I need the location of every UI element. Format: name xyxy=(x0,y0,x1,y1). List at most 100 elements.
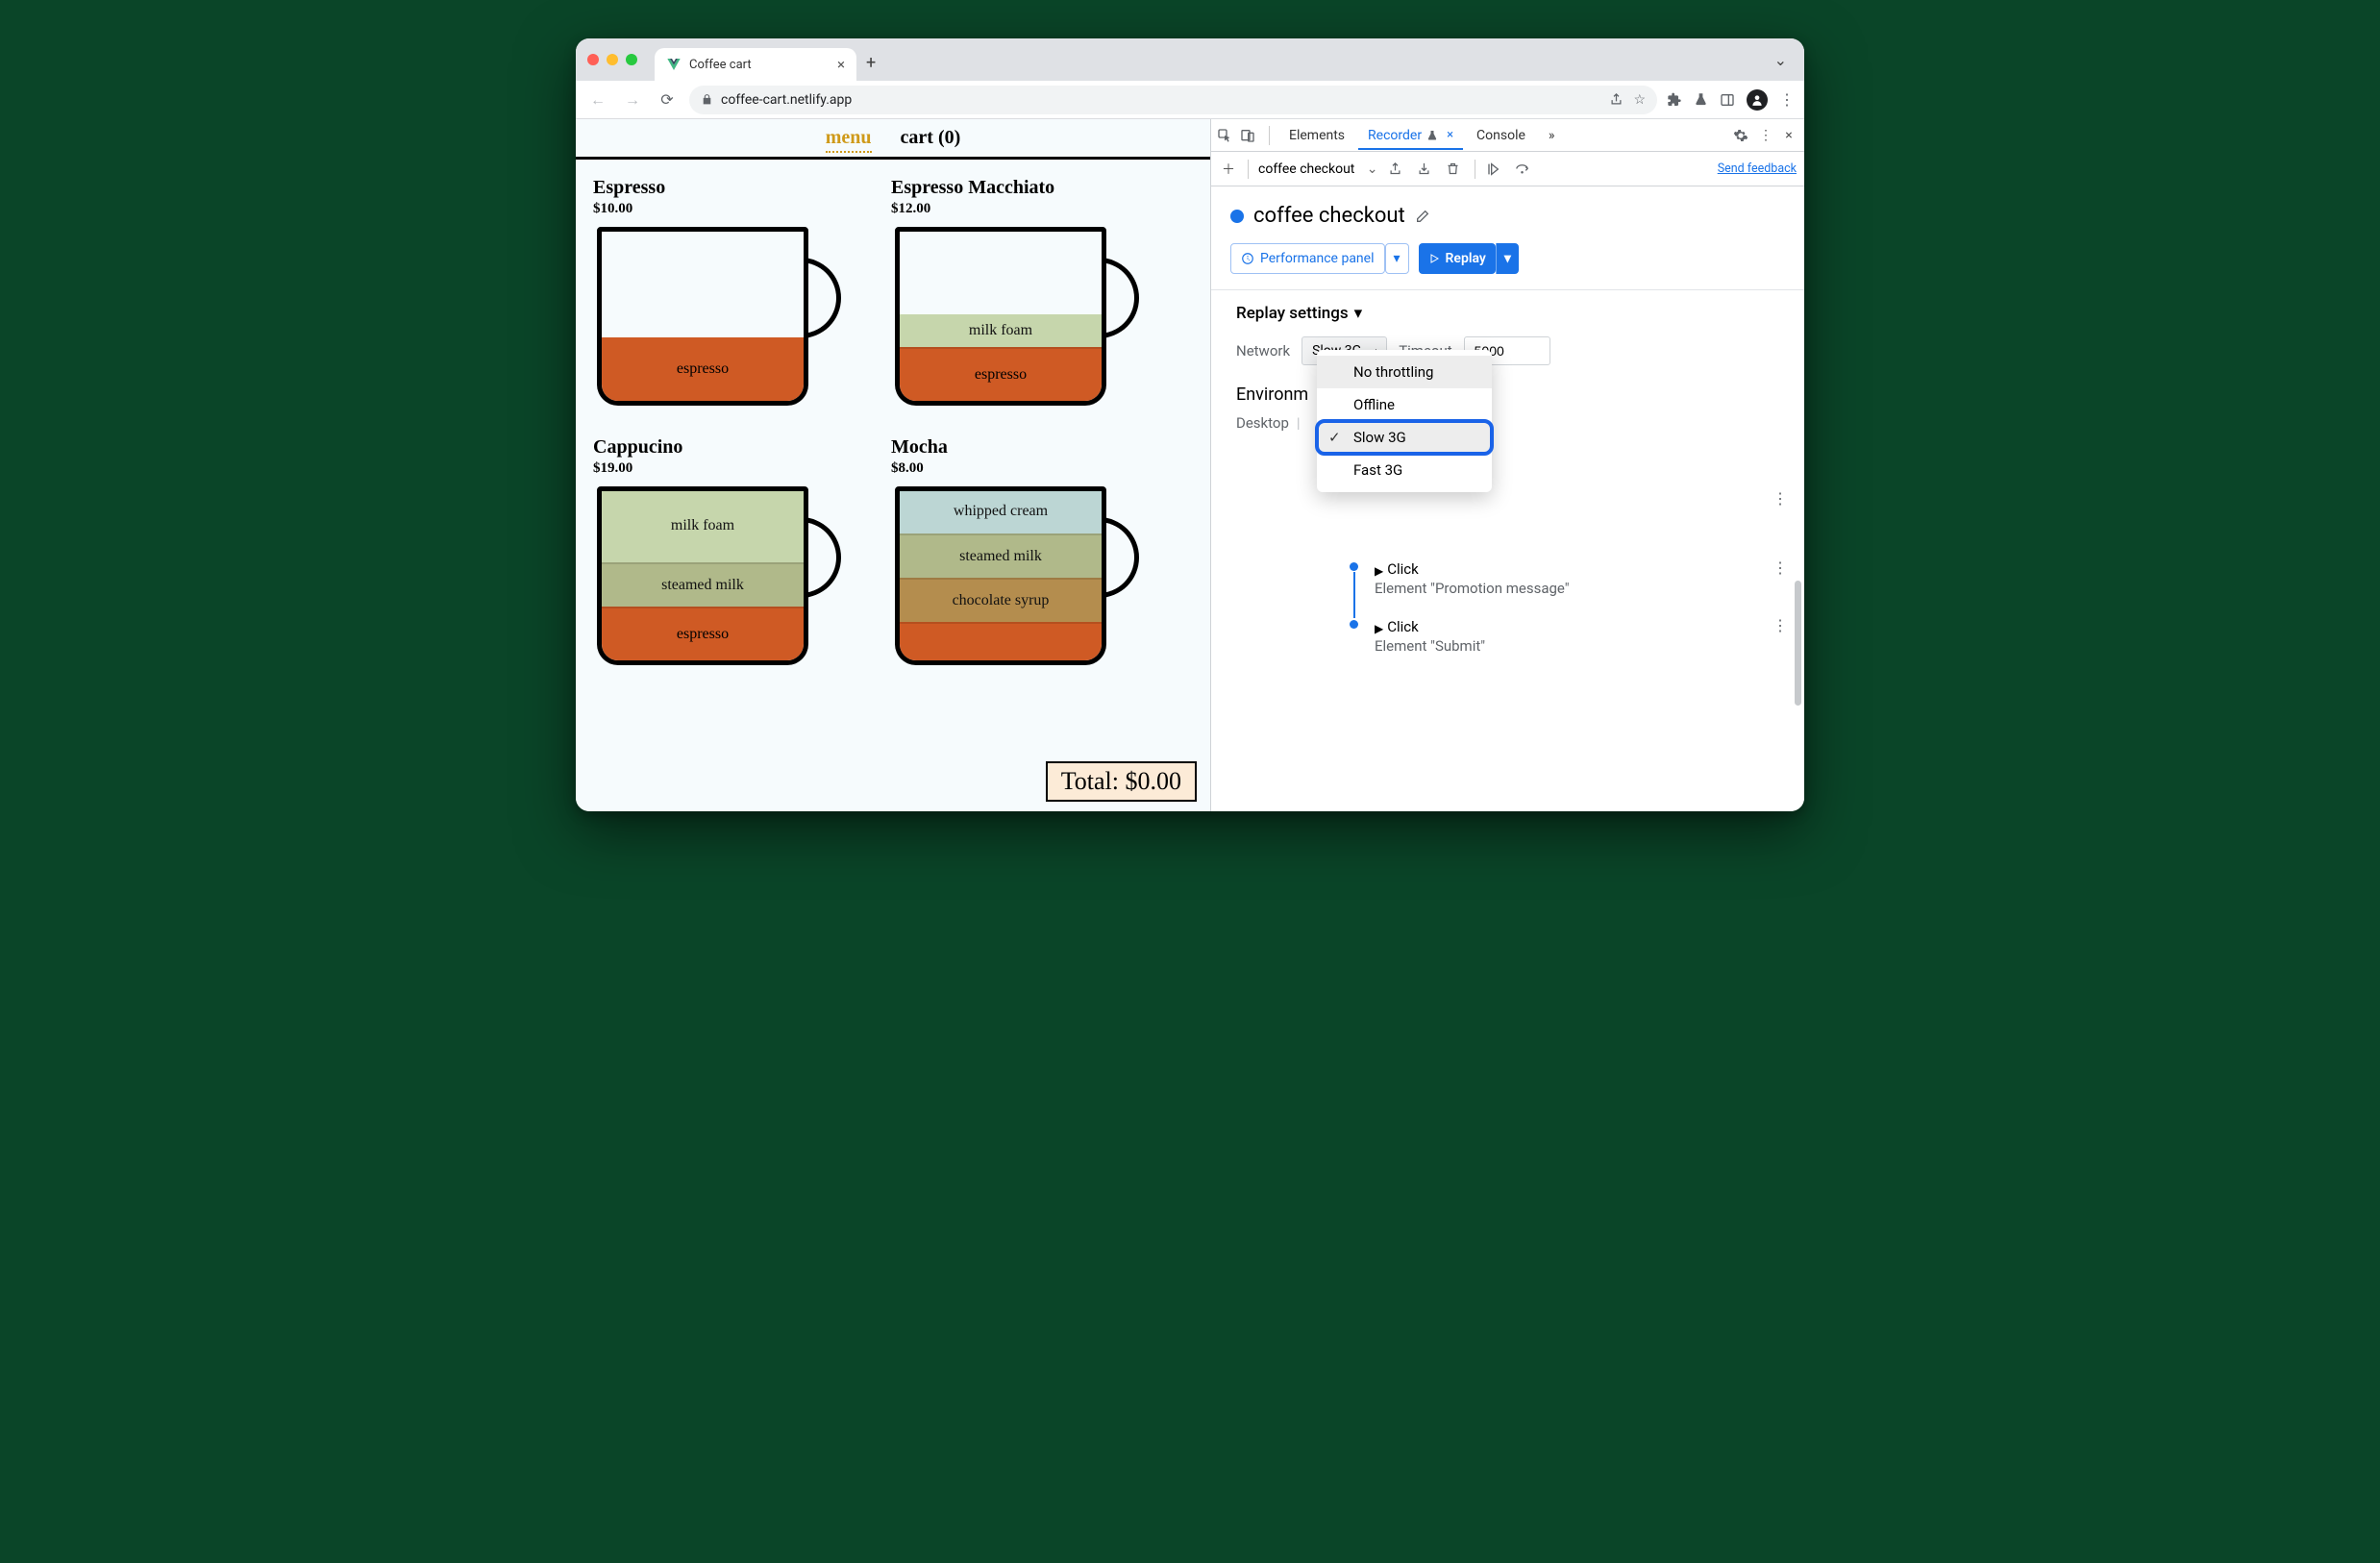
page-content: menu cart (0) Espresso $10.00 espresso xyxy=(576,119,1210,811)
step-subtitle: Element "Promotion message" xyxy=(1375,580,1791,597)
step-item[interactable]: ▶Click Element "Submit" ⋮ xyxy=(1350,614,1791,672)
product-name: Espresso xyxy=(593,177,872,199)
layer-chocolate-syrup: chocolate syrup xyxy=(900,578,1102,622)
product-name: Mocha xyxy=(891,436,1170,459)
product-cappucino[interactable]: Cappucino $19.00 milk foam steamed milk … xyxy=(593,436,872,669)
send-feedback-link[interactable]: Send feedback xyxy=(1718,161,1797,176)
layer-whipped-cream: whipped cream xyxy=(900,489,1102,533)
url-text: coffee-cart.netlify.app xyxy=(721,92,852,108)
network-dropdown: No throttling Offline Slow 3G Fast 3G xyxy=(1317,350,1492,492)
layer-steamed-milk: steamed milk xyxy=(602,562,804,607)
caret-right-icon: ▶ xyxy=(1375,564,1383,578)
caret-right-icon: ▶ xyxy=(1375,622,1383,635)
tabs-overflow-icon[interactable]: » xyxy=(1539,121,1565,150)
layer-milk-foam: milk foam xyxy=(602,489,804,562)
layer-steamed-milk: steamed milk xyxy=(900,533,1102,578)
step-bullet-icon xyxy=(1350,562,1358,571)
maximize-window[interactable] xyxy=(626,54,637,65)
tab-elements[interactable]: Elements xyxy=(1279,121,1354,150)
replay-settings-heading[interactable]: Replay settings ▾ xyxy=(1236,304,1785,323)
devtools-menu-icon[interactable]: ⋮ xyxy=(1756,128,1775,143)
edit-title-icon[interactable] xyxy=(1415,209,1430,224)
forward-button[interactable]: → xyxy=(620,87,645,112)
product-espresso[interactable]: Espresso $10.00 espresso xyxy=(593,177,872,409)
recording-title: coffee checkout xyxy=(1230,204,1791,228)
network-label: Network xyxy=(1236,342,1290,360)
new-recording-icon[interactable]: ＋ xyxy=(1219,160,1238,179)
minimize-window[interactable] xyxy=(607,54,618,65)
replay-more-icon[interactable]: ▾ xyxy=(1496,243,1519,274)
back-button[interactable]: ← xyxy=(585,87,610,112)
recording-status-icon xyxy=(1230,210,1244,223)
product-macchiato[interactable]: Espresso Macchiato $12.00 milk foam espr… xyxy=(891,177,1170,409)
mug-illustration: milk foam steamed milk espresso xyxy=(593,486,841,669)
delete-icon[interactable] xyxy=(1446,161,1465,176)
close-tab-icon[interactable]: × xyxy=(837,56,845,73)
nav-cart-link[interactable]: cart (0) xyxy=(901,127,961,149)
close-window[interactable] xyxy=(587,54,599,65)
close-devtools-icon[interactable]: × xyxy=(1779,128,1798,143)
product-price: $12.00 xyxy=(891,201,1170,217)
export-icon[interactable] xyxy=(1388,161,1407,176)
layer-espresso: espresso xyxy=(900,347,1102,401)
step-icon[interactable] xyxy=(1514,161,1533,176)
recorder-toolbar: ＋ coffee checkout xyxy=(1211,152,1804,186)
layer-espresso xyxy=(900,622,1102,660)
extensions-icon[interactable] xyxy=(1667,92,1682,108)
mug-illustration: milk foam espresso xyxy=(891,227,1139,409)
layer-espresso: espresso xyxy=(602,337,804,401)
close-panel-icon[interactable]: × xyxy=(1447,128,1453,142)
bookmark-icon[interactable]: ☆ xyxy=(1633,92,1646,108)
reload-button[interactable]: ⟳ xyxy=(655,87,680,112)
tab-title: Coffee cart xyxy=(689,58,752,72)
product-mocha[interactable]: Mocha $8.00 whipped cream steamed milk c… xyxy=(891,436,1170,669)
product-name: Espresso Macchiato xyxy=(891,177,1170,199)
dropdown-item-offline[interactable]: Offline xyxy=(1317,388,1492,421)
import-icon[interactable] xyxy=(1417,161,1436,176)
recording-select[interactable]: coffee checkout xyxy=(1258,161,1378,177)
new-tab-button[interactable]: + xyxy=(866,53,876,73)
tab-overflow-icon[interactable]: ⌄ xyxy=(1769,51,1793,69)
site-nav: menu cart (0) xyxy=(576,119,1210,160)
dropdown-item-fast-3g[interactable]: Fast 3G xyxy=(1317,454,1492,486)
vue-favicon-icon xyxy=(666,57,682,72)
labs-icon[interactable] xyxy=(1694,92,1708,107)
browser-window: Coffee cart × + ⌄ ← → ⟳ coffee-cart.netl… xyxy=(576,38,1804,811)
tab-strip: Coffee cart × + ⌄ xyxy=(576,38,1804,81)
step-item[interactable]: ▶Click Element "Promotion message" ⋮ xyxy=(1350,557,1791,614)
product-price: $19.00 xyxy=(593,460,872,477)
step-menu-icon[interactable]: ⋮ xyxy=(1773,489,1787,508)
browser-tab[interactable]: Coffee cart × xyxy=(655,48,856,81)
share-icon[interactable] xyxy=(1609,92,1624,108)
product-price: $8.00 xyxy=(891,460,1170,477)
side-panel-icon[interactable] xyxy=(1720,92,1735,108)
tab-recorder[interactable]: Recorder × xyxy=(1358,121,1463,150)
omnibox[interactable]: coffee-cart.netlify.app ☆ xyxy=(689,86,1657,114)
replay-button[interactable]: Replay xyxy=(1419,243,1496,274)
performance-panel-more-icon[interactable]: ▾ xyxy=(1385,243,1409,274)
profile-avatar[interactable] xyxy=(1747,89,1768,111)
tab-console[interactable]: Console xyxy=(1467,121,1535,150)
step-menu-icon[interactable]: ⋮ xyxy=(1773,616,1787,634)
settings-icon[interactable] xyxy=(1733,128,1752,143)
devtools-panel: Elements Recorder × Console » ⋮ × xyxy=(1210,119,1804,811)
environment-value: Desktop xyxy=(1236,414,1289,432)
inspect-icon[interactable] xyxy=(1217,128,1236,143)
dropdown-item-no-throttling[interactable]: No throttling xyxy=(1317,356,1492,388)
performance-panel-button[interactable]: Performance panel xyxy=(1230,243,1385,274)
dropdown-item-slow-3g[interactable]: Slow 3G xyxy=(1317,421,1492,454)
mug-illustration: espresso xyxy=(593,227,841,409)
product-price: $10.00 xyxy=(593,201,872,217)
nav-menu-link[interactable]: menu xyxy=(826,127,872,149)
total-button[interactable]: Total: $0.00 xyxy=(1046,761,1197,802)
layer-milk-foam: milk foam xyxy=(900,314,1102,347)
address-bar: ← → ⟳ coffee-cart.netlify.app ☆ xyxy=(576,81,1804,119)
flask-icon xyxy=(1426,130,1438,141)
browser-menu-icon[interactable]: ⋮ xyxy=(1779,90,1795,109)
continue-icon[interactable] xyxy=(1485,161,1504,177)
device-toggle-icon[interactable] xyxy=(1240,128,1259,143)
scrollbar-thumb[interactable] xyxy=(1795,581,1801,706)
layer-espresso: espresso xyxy=(602,607,804,660)
step-subtitle: Element "Submit" xyxy=(1375,637,1791,655)
step-menu-icon[interactable]: ⋮ xyxy=(1773,558,1787,577)
